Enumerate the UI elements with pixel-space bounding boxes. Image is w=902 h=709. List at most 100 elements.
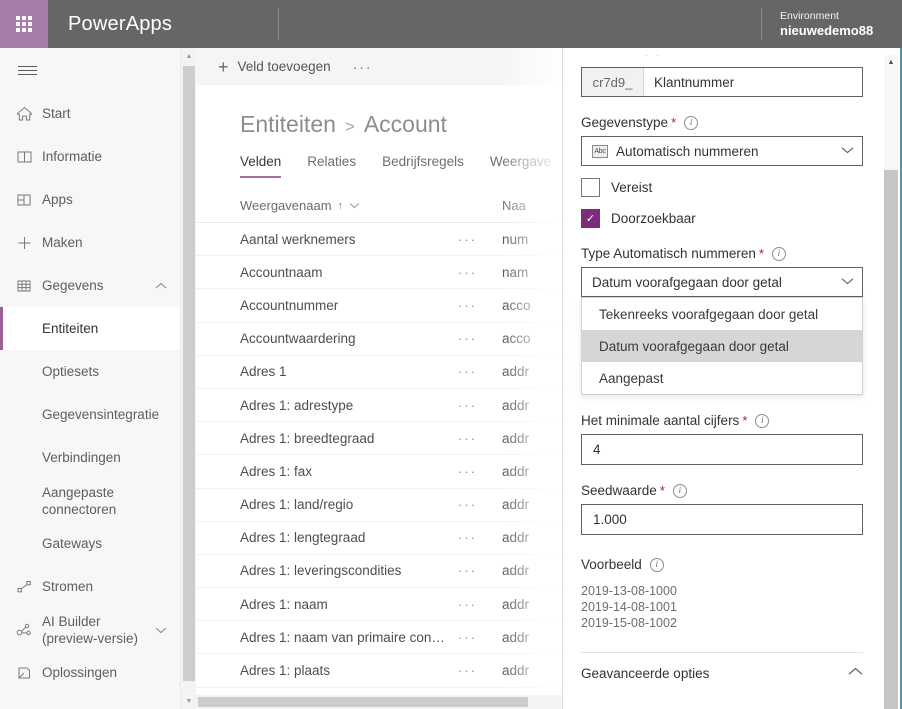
info-icon[interactable]: i bbox=[672, 483, 687, 498]
scroll-up-arrow-icon[interactable]: ▲ bbox=[181, 48, 197, 64]
ellipsis-icon[interactable]: ··· bbox=[458, 563, 502, 578]
hamburger-icon[interactable] bbox=[0, 48, 180, 92]
grid-horizontal-scrollbar[interactable] bbox=[196, 695, 563, 709]
ellipsis-icon[interactable]: ··· bbox=[458, 431, 502, 446]
breadcrumb-current: Account bbox=[363, 111, 447, 137]
chevron-down-icon[interactable] bbox=[841, 277, 854, 288]
table-row[interactable]: Adres 1: fax ··· addr bbox=[196, 455, 563, 489]
add-field-button[interactable]: + Veld toevoegen bbox=[212, 55, 337, 78]
field-name-value[interactable]: Klantnummer bbox=[644, 68, 862, 96]
dropdown-option-tekenreeks[interactable]: Tekenreeks voorafgegaan door getal bbox=[582, 298, 862, 330]
searchable-checkbox[interactable]: ✓ bbox=[581, 209, 600, 228]
field-name-input[interactable]: cr7d9_ Klantnummer bbox=[581, 67, 863, 97]
tab-velden[interactable]: Velden bbox=[240, 154, 282, 178]
table-row[interactable]: Accountwaardering ··· acco bbox=[196, 323, 563, 356]
ellipsis-icon[interactable]: ··· bbox=[458, 530, 502, 545]
sidebar-item-informatie[interactable]: Informatie bbox=[0, 135, 180, 178]
preview-value: 2019-14-08-1001 bbox=[581, 600, 677, 615]
waffle-menu-button[interactable] bbox=[0, 0, 48, 48]
ellipsis-icon[interactable]: ··· bbox=[458, 630, 502, 645]
ellipsis-icon[interactable]: ··· bbox=[458, 298, 502, 313]
ellipsis-icon[interactable]: ··· bbox=[458, 597, 502, 612]
chevron-down-icon[interactable] bbox=[349, 201, 360, 211]
sidebar-item-entiteiten[interactable]: Entiteiten bbox=[0, 307, 180, 350]
advanced-options-toggle[interactable]: Geavanceerde opties bbox=[581, 666, 863, 681]
ellipsis-icon[interactable]: ··· bbox=[458, 265, 502, 280]
sidebar-item-optiesets[interactable]: Optiesets bbox=[0, 350, 180, 393]
chevron-down-icon[interactable] bbox=[841, 146, 854, 157]
ellipsis-icon[interactable]: ··· bbox=[458, 331, 502, 346]
ellipsis-icon[interactable]: ··· bbox=[345, 55, 381, 79]
tab-relaties[interactable]: Relaties bbox=[307, 154, 356, 178]
table-row[interactable]: Adres 1 ··· addr bbox=[196, 356, 563, 389]
environment-picker[interactable]: Environment nieuwedemo88 bbox=[762, 0, 902, 48]
breadcrumb: Entiteiten > Account bbox=[196, 85, 563, 138]
datatype-select[interactable]: Abc Automatisch nummeren bbox=[581, 136, 863, 166]
sidebar-item-gegevens[interactable]: Gegevens bbox=[0, 264, 180, 307]
panel-scrollbar-thumb[interactable] bbox=[884, 170, 898, 709]
panel-scrollbar[interactable]: ▲ bbox=[884, 55, 898, 709]
sidebar-scrollbar[interactable]: ▲ ▼ bbox=[180, 48, 196, 709]
field-logical-name: addr bbox=[502, 364, 530, 380]
dropdown-option-aangepast[interactable]: Aangepast bbox=[582, 362, 862, 394]
breadcrumb-root[interactable]: Entiteiten bbox=[240, 111, 336, 138]
chevron-up-icon[interactable] bbox=[848, 667, 863, 679]
scroll-up-arrow-icon[interactable]: ▲ bbox=[884, 55, 898, 69]
sidebar-item-apps[interactable]: Apps bbox=[0, 178, 180, 221]
table-row[interactable]: Adres 1: land/regio ··· addr bbox=[196, 489, 563, 522]
seed-input[interactable]: 1.000 bbox=[581, 504, 863, 535]
scroll-down-arrow-icon[interactable]: ▼ bbox=[181, 693, 197, 709]
sidebar-item-start[interactable]: Start bbox=[0, 92, 180, 135]
ellipsis-icon[interactable]: ··· bbox=[458, 464, 502, 479]
app-brand-title[interactable]: PowerApps bbox=[48, 0, 278, 48]
sidebar-item-ai-builder[interactable]: AI Builder (preview-versie) bbox=[0, 608, 180, 651]
field-display-name: Adres 1: land/regio bbox=[240, 497, 354, 513]
tab-weergave[interactable]: Weergave bbox=[490, 154, 551, 178]
ellipsis-icon[interactable]: ··· bbox=[458, 663, 502, 678]
searchable-checkbox-row[interactable]: ✓ Doorzoekbaar bbox=[581, 209, 863, 228]
tab-bedrijfsregels[interactable]: Bedrijfsregels bbox=[382, 154, 464, 178]
sidebar-item-gateways[interactable]: Gateways bbox=[0, 522, 180, 565]
sidebar-item-gegevensintegratie[interactable]: Gegevensintegratie bbox=[0, 393, 180, 436]
seed-label-row: Seedwaarde * i bbox=[581, 483, 863, 498]
table-row[interactable]: Adres 1: adrestype ··· addr bbox=[196, 389, 563, 423]
min-digits-input[interactable]: 4 bbox=[581, 434, 863, 465]
chevron-down-icon[interactable] bbox=[152, 626, 170, 634]
plus-icon bbox=[16, 235, 42, 251]
table-row[interactable]: Adres 1: plaats ··· addr bbox=[196, 654, 563, 688]
grid-horizontal-scrollbar-thumb[interactable] bbox=[198, 697, 528, 707]
info-icon[interactable]: i bbox=[649, 557, 664, 572]
column-header-display-name[interactable]: Weergavenaam ↑ bbox=[240, 198, 502, 213]
chevron-up-icon[interactable] bbox=[152, 282, 170, 290]
sidebar-scrollbar-thumb[interactable] bbox=[183, 66, 195, 681]
flow-icon bbox=[16, 579, 42, 595]
ellipsis-icon[interactable]: ··· bbox=[458, 497, 502, 512]
sidebar-item-stromen[interactable]: Stromen bbox=[0, 565, 180, 608]
table-row[interactable]: Adres 1: breedtegraad ··· addr bbox=[196, 422, 563, 456]
table-row[interactable]: Aantal werknemers ··· num bbox=[196, 223, 563, 257]
table-row[interactable]: Accountnaam ··· nam bbox=[196, 256, 563, 290]
ellipsis-icon[interactable]: ··· bbox=[458, 232, 502, 247]
info-icon[interactable]: i bbox=[755, 413, 770, 428]
table-row[interactable]: Adres 1: leveringscondities ··· addr bbox=[196, 555, 563, 589]
table-row[interactable]: Adres 1: naam ··· addr bbox=[196, 588, 563, 622]
datatype-label-row: Gegevenstype * i bbox=[581, 115, 863, 130]
column-header-logical-name[interactable]: Naa bbox=[502, 198, 526, 213]
ellipsis-icon[interactable]: ··· bbox=[458, 398, 502, 413]
required-checkbox-row[interactable]: Vereist bbox=[581, 178, 863, 197]
dropdown-option-datum[interactable]: Datum voorafgegaan door getal bbox=[582, 330, 862, 362]
sidebar-item-maken[interactable]: Maken bbox=[0, 221, 180, 264]
sidebar-item-oplossingen[interactable]: Oplossingen bbox=[0, 651, 180, 694]
autonumber-type-select[interactable]: Datum voorafgegaan door getal bbox=[581, 267, 863, 297]
sidebar-item-aangepaste-connectoren[interactable]: Aangepaste connectoren bbox=[0, 479, 180, 522]
sidebar-item-label: Informatie bbox=[42, 149, 103, 164]
info-icon[interactable]: i bbox=[771, 246, 786, 261]
table-row[interactable]: Adres 1: naam van primaire con… ··· addr bbox=[196, 621, 563, 655]
info-icon[interactable]: i bbox=[684, 115, 699, 130]
sidebar-item-verbindingen[interactable]: Verbindingen bbox=[0, 436, 180, 479]
searchable-checkbox-label: Doorzoekbaar bbox=[611, 211, 696, 226]
table-row[interactable]: Adres 1: lengtegraad ··· addr bbox=[196, 522, 563, 555]
ellipsis-icon[interactable]: ··· bbox=[458, 364, 502, 379]
required-checkbox[interactable] bbox=[581, 178, 600, 197]
table-row[interactable]: Accountnummer ··· acco bbox=[196, 289, 563, 323]
